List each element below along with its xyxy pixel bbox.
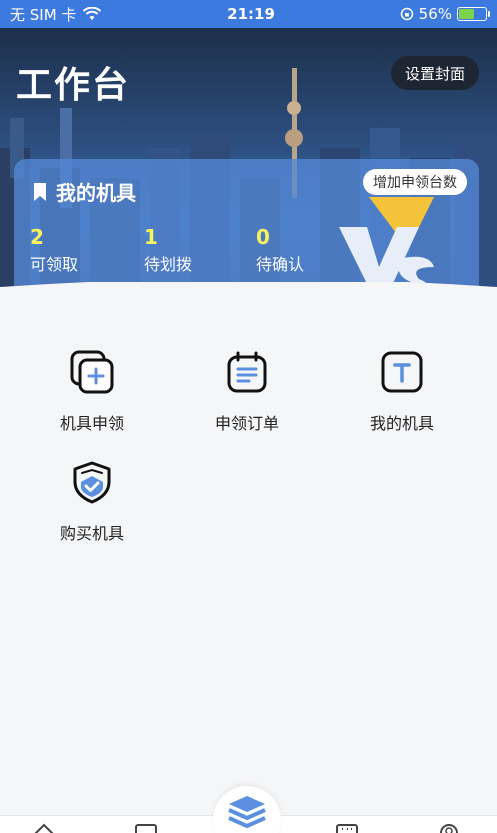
stat-pending-transfer[interactable]: 1 待划拨 [144, 225, 192, 275]
stat-label: 可领取 [30, 255, 79, 274]
wifi-icon [83, 7, 102, 20]
stat-value: 0 [256, 225, 270, 249]
workbench-tab-button[interactable] [213, 786, 281, 833]
status-left: 无 SIM 卡 [10, 4, 102, 25]
order-icon [227, 351, 267, 393]
page-title: 工作台 [16, 65, 131, 106]
apply-icon [70, 350, 114, 394]
profile-tab-icon[interactable] [438, 822, 460, 833]
menu-item-my-tools[interactable]: 我的机具 [342, 350, 462, 434]
home-tab-icon[interactable] [32, 822, 56, 833]
list-tab-icon[interactable] [135, 822, 157, 833]
battery-fill [459, 9, 474, 19]
status-bar: 无 SIM 卡 21:19 56% [0, 0, 497, 28]
add-apply-count-button[interactable]: 增加申领台数 [363, 169, 467, 195]
battery-percent: 56% [418, 5, 452, 23]
clock: 21:19 [227, 5, 275, 23]
status-right: 56% [400, 5, 490, 23]
workbench-icon [228, 796, 266, 828]
set-cover-button[interactable]: 设置封面 [391, 56, 479, 90]
card-title: 我的机具 [56, 181, 136, 205]
bookmark-icon [34, 182, 46, 201]
hero-curve [0, 282, 497, 312]
card-header: 我的机具 [32, 177, 136, 206]
message-tab-icon[interactable] [336, 822, 358, 833]
carrier-text: 无 SIM 卡 [10, 5, 77, 24]
stat-value: 2 [30, 225, 44, 249]
buy-icon [73, 461, 111, 504]
tool-icon [381, 351, 423, 393]
menu-item-apply[interactable]: 机具申领 [32, 350, 152, 434]
menu-label: 机具申领 [59, 414, 124, 433]
menu-label: 我的机具 [369, 414, 434, 433]
menu-item-orders[interactable]: 申领订单 [187, 350, 307, 434]
stat-pending-confirm[interactable]: 0 待确认 [256, 225, 304, 275]
stat-label: 待划拨 [144, 255, 193, 274]
battery-icon [457, 7, 490, 21]
stat-available[interactable]: 2 可领取 [30, 225, 78, 275]
menu-label: 购买机具 [59, 524, 124, 543]
menu-item-buy[interactable]: 购买机具 [32, 460, 152, 544]
rotation-lock-icon [400, 7, 413, 21]
menu-label: 申领订单 [214, 414, 279, 433]
stat-value: 1 [144, 225, 158, 249]
stat-label: 待确认 [256, 255, 305, 274]
